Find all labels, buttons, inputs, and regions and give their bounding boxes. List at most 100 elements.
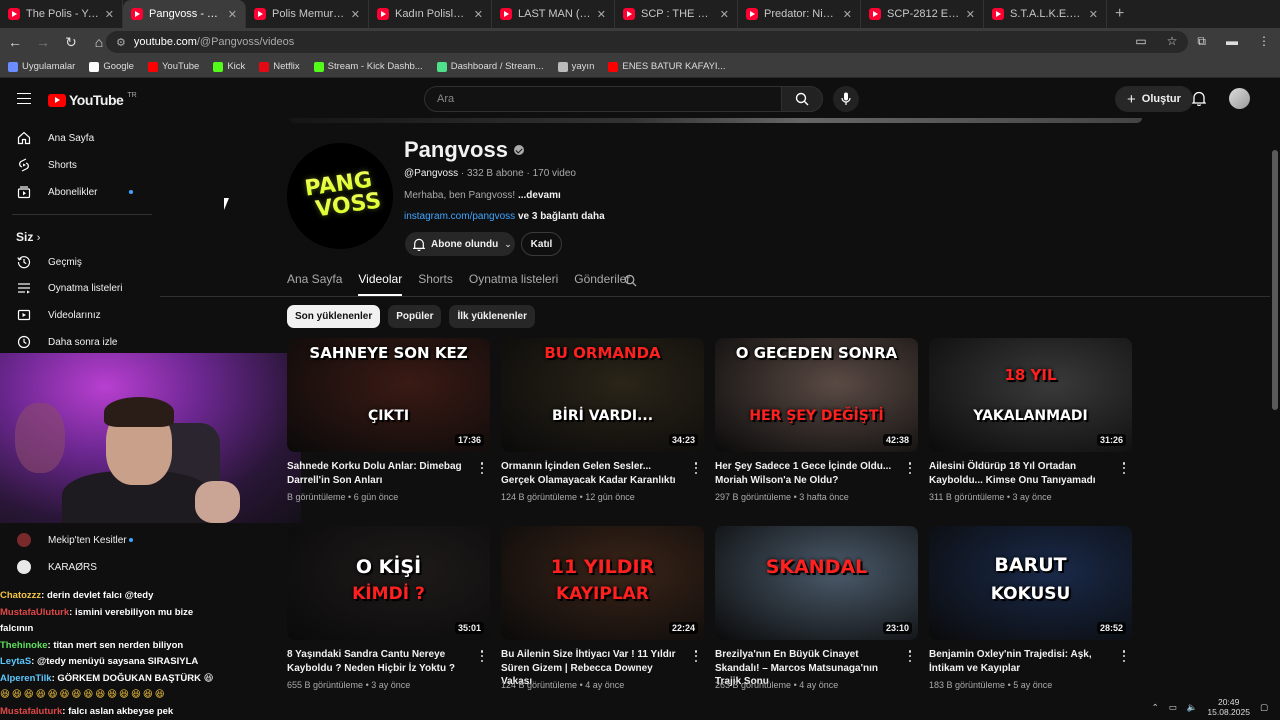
video-thumbnail[interactable]: O GECEDEN SONRA HER ŞEY DEĞİŞTİ 42:38 [715, 338, 918, 452]
sidebar-item-history[interactable]: Geçmiş [0, 249, 152, 275]
bookmark-star-icon[interactable]: ☆ [1167, 34, 1178, 49]
sort-chip[interactable]: Popüler [388, 305, 442, 328]
bookmark-item[interactable]: Dashboard / Stream... [436, 61, 544, 72]
sidebar-item-playlists[interactable]: Oynatma listeleri [0, 275, 152, 301]
channel-description[interactable]: Merhaba, ben Pangvoss! ...devamı [404, 190, 561, 201]
browser-tab[interactable]: S.T.A.L.K.E.R.: Shadow... ✕ [984, 0, 1107, 28]
channel-tab[interactable]: Shorts [418, 266, 453, 296]
sidebar-item-subscription[interactable]: KARAØRS [0, 554, 152, 580]
more-options-icon[interactable] [480, 462, 484, 474]
close-tab-icon[interactable]: ✕ [843, 8, 852, 21]
bookmark-item[interactable]: Kick [213, 61, 245, 72]
notifications-button[interactable] [1191, 91, 1207, 111]
more-options-icon[interactable] [1122, 650, 1126, 662]
channel-search-icon[interactable] [624, 274, 637, 287]
join-button[interactable]: Katıl [521, 232, 562, 256]
page-scrollbar[interactable] [1272, 150, 1278, 410]
browser-tab[interactable]: SCP : THE HALLWAYS... ✕ [615, 0, 738, 28]
subscribed-button[interactable]: Abone olundu ⌄ [405, 232, 515, 256]
bookmark-item[interactable]: yayın [557, 61, 594, 72]
channel-banner[interactable] [289, 118, 1142, 123]
taskbar-clock[interactable]: 20:49 15.08.2025 [1207, 697, 1250, 717]
sort-chip[interactable]: Son yüklenenler [287, 305, 381, 328]
bookmark-item[interactable]: Netflix [259, 61, 300, 72]
video-title[interactable]: Benjamin Oxley'nin Trajedisi: Aşk, İntik… [929, 648, 1113, 675]
video-thumbnail[interactable]: SKANDAL 23:10 [715, 526, 918, 640]
more-link[interactable]: ...devamı [515, 190, 561, 201]
video-title[interactable]: Sahnede Korku Dolu Anlar: Dimebag Darrel… [287, 460, 471, 487]
tray-chevron-icon[interactable]: ⌃ [1152, 702, 1159, 713]
browser-menu-icon[interactable]: ⋮ [1258, 34, 1270, 49]
browser-tab[interactable]: SCP-2812 Echoes Of... ✕ [861, 0, 984, 28]
notification-center-icon[interactable]: ▢ [1260, 702, 1268, 713]
bookmark-item[interactable]: ENES BATUR KAFAYI... [608, 61, 725, 72]
close-tab-icon[interactable]: ✕ [966, 8, 975, 21]
bookmark-item[interactable]: Google [89, 61, 134, 72]
volume-icon[interactable]: 🔈 [1187, 702, 1198, 713]
channel-tab[interactable]: Ana Sayfa [287, 266, 342, 296]
channel-tab[interactable]: Gönderiler [574, 266, 630, 296]
close-tab-icon[interactable]: ✕ [228, 8, 237, 21]
instagram-link[interactable]: instagram.com/pangvoss [404, 211, 515, 222]
more-options-icon[interactable] [694, 462, 698, 474]
close-tab-icon[interactable]: ✕ [1089, 8, 1098, 21]
sidebar-item-your-videos[interactable]: Videolarınız [0, 302, 152, 328]
video-thumbnail[interactable]: BARUT KOKUSU 28:52 [929, 526, 1132, 640]
youtube-logo[interactable]: YouTube TR [48, 92, 137, 108]
bookmark-item[interactable]: YouTube [147, 61, 199, 72]
home-icon[interactable]: ⌂ [92, 34, 106, 50]
more-links[interactable]: ve 3 bağlantı daha [515, 211, 605, 222]
sidebar-item-watch-later[interactable]: Daha sonra izle [0, 329, 152, 355]
more-options-icon[interactable] [1122, 462, 1126, 474]
close-tab-icon[interactable]: ✕ [474, 8, 483, 21]
video-title[interactable]: Ailesini Öldürüp 18 Yıl Ortadan Kayboldu… [929, 460, 1113, 487]
voice-search-button[interactable] [833, 86, 859, 112]
back-icon[interactable]: ← [8, 34, 22, 50]
sidebar-item-home[interactable]: Ana Sayfa [0, 125, 152, 151]
bookmark-item[interactable]: Stream - Kick Dashb... [313, 61, 423, 72]
sidebar-item-subscriptions[interactable]: Abonelikler [0, 179, 152, 205]
sidebar-item-shorts[interactable]: Shorts [0, 152, 152, 178]
more-options-icon[interactable] [480, 650, 484, 662]
search-input[interactable]: Ara [424, 86, 782, 112]
video-title[interactable]: 8 Yaşındaki Sandra Cantu Nereye Kayboldu… [287, 648, 471, 675]
browser-tab[interactable]: Kadın Polislerin Yaptı... ✕ [369, 0, 492, 28]
network-icon[interactable]: ▭ [1169, 702, 1177, 713]
channel-avatar[interactable]: PANG VOSS [280, 136, 400, 256]
video-thumbnail[interactable]: 18 YIL YAKALANMADI 31:26 [929, 338, 1132, 452]
video-title[interactable]: Ormanın İçinden Gelen Sesler... Gerçek O… [501, 460, 685, 487]
close-tab-icon[interactable]: ✕ [597, 8, 606, 21]
reload-icon[interactable]: ↻ [64, 34, 78, 51]
new-tab-icon[interactable]: + [1115, 5, 1124, 23]
forward-icon[interactable]: → [36, 34, 50, 50]
browser-tab[interactable]: Predator: Nightfall | S... ✕ [738, 0, 861, 28]
channel-tab[interactable]: Oynatma listeleri [469, 266, 558, 296]
cast-icon[interactable]: ▭ [1135, 34, 1146, 49]
video-thumbnail[interactable]: O KİŞİ KİMDİ ? 35:01 [287, 526, 490, 640]
video-thumbnail[interactable]: BU ORMANDA BİRİ VARDI... 34:23 [501, 338, 704, 452]
site-info-icon[interactable]: ⚙ [116, 36, 126, 49]
close-tab-icon[interactable]: ✕ [720, 8, 729, 21]
video-thumbnail[interactable]: 11 YILDIR KAYIPLAR 22:24 [501, 526, 704, 640]
more-options-icon[interactable] [694, 650, 698, 662]
extensions-icon[interactable]: ⧉ [1197, 34, 1206, 49]
close-tab-icon[interactable]: ✕ [105, 8, 114, 21]
address-bar[interactable]: ⚙ youtube.com/@Pangvoss/videos [106, 31, 1188, 53]
more-options-icon[interactable] [908, 462, 912, 474]
browser-tab[interactable]: Polis Memurlarının Y... ✕ [246, 0, 369, 28]
video-title[interactable]: Her Şey Sadece 1 Gece İçinde Oldu... Mor… [715, 460, 899, 487]
search-button[interactable] [781, 86, 823, 112]
sort-chip[interactable]: İlk yüklenenler [449, 305, 535, 328]
sidebar-item-subscription[interactable]: Mekip'ten Kesitler [0, 527, 152, 553]
bookmark-item[interactable]: Uygulamalar [8, 61, 75, 72]
browser-tab[interactable]: Pangvoss - YouTube ✕ [123, 0, 246, 28]
more-options-icon[interactable] [908, 650, 912, 662]
account-avatar[interactable] [1229, 88, 1250, 109]
browser-tab[interactable]: The Polis - YouTube ✕ [0, 0, 123, 28]
browser-tab[interactable]: LAST MAN (2022) | S... ✕ [492, 0, 615, 28]
profile-icon[interactable]: ▬ [1226, 34, 1238, 49]
you-section-heading[interactable]: Siz › [16, 230, 40, 244]
menu-icon[interactable] [17, 93, 31, 104]
create-button[interactable]: + Oluştur [1115, 86, 1193, 112]
channel-tab[interactable]: Videolar [358, 266, 403, 296]
